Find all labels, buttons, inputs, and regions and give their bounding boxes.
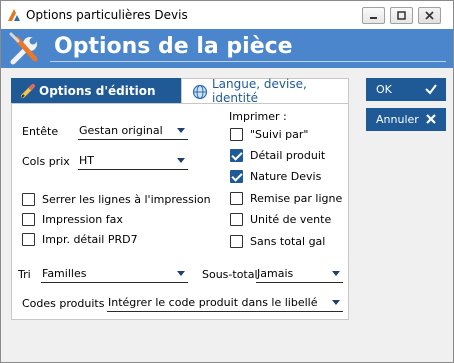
cols-prix-value: HT: [79, 154, 94, 167]
entete-select[interactable]: Gestan original: [78, 122, 188, 140]
serrer-lignes-checkbox[interactable]: [22, 193, 35, 206]
page-title: Options de la pièce: [50, 34, 446, 62]
options-dialog: Options particulières Devis Options de l…: [0, 0, 454, 363]
sous-total-label: Sous-total: [202, 268, 258, 281]
unite-de-vente-checkbox[interactable]: [230, 213, 243, 226]
title-bar: Options particulières Devis: [1, 1, 453, 29]
entete-label: Entête: [22, 125, 59, 138]
unite-de-vente-label: Unité de vente: [250, 213, 332, 226]
serrer-lignes-label: Serrer les lignes à l'impression: [42, 193, 211, 206]
options-panel: Entête Gestan original Cols prix HT Serr…: [11, 103, 349, 320]
codes-produits-label: Codes produits: [22, 297, 105, 310]
chevron-down-icon: [332, 271, 340, 276]
tab-langue-devise-identite[interactable]: Langue, devise, identité: [181, 77, 349, 105]
chevron-down-icon: [332, 300, 340, 305]
cols-prix-label: Cols prix: [22, 155, 70, 168]
chevron-down-icon: [177, 128, 185, 133]
chevron-down-icon: [177, 271, 185, 276]
ok-label: OK: [376, 83, 392, 96]
impression-fax-label: Impression fax: [42, 213, 123, 226]
impression-fax-checkbox[interactable]: [22, 213, 35, 226]
sous-total-value: Jamais: [257, 267, 294, 280]
codes-produits-select[interactable]: Intégrer le code produit dans le libellé: [107, 294, 343, 312]
close-icon: [425, 11, 434, 20]
cancel-label: Annuler: [376, 113, 419, 126]
ok-button[interactable]: OK: [366, 78, 446, 101]
check-icon: [425, 84, 437, 95]
close-button[interactable]: [418, 7, 441, 24]
detail-produit-label: Détail produit: [250, 149, 326, 162]
chevron-down-icon: [177, 158, 185, 163]
tri-select[interactable]: Familles: [41, 265, 188, 283]
tab-options-edition[interactable]: Options d'édition: [11, 78, 181, 103]
remise-par-ligne-label: Remise par ligne: [250, 192, 343, 205]
impr-detail-prd7-checkbox[interactable]: [22, 233, 35, 246]
close-icon: [426, 114, 436, 124]
cols-prix-select[interactable]: HT: [78, 152, 188, 170]
remise-par-ligne-checkbox[interactable]: [230, 192, 243, 205]
maximize-button[interactable]: [390, 7, 413, 24]
tri-value: Familles: [42, 267, 87, 280]
imprimer-heading: Imprimer :: [229, 110, 287, 123]
codes-produits-value: Intégrer le code produit dans le libellé: [108, 296, 318, 309]
tri-label: Tri: [18, 268, 31, 281]
dialog-header: Options de la pièce: [1, 29, 453, 68]
window-title: Options particulières Devis: [26, 8, 188, 22]
impr-detail-prd7-label: Impr. détail PRD7: [42, 233, 138, 246]
app-logo-icon: [8, 9, 20, 21]
entete-value: Gestan original: [79, 124, 163, 137]
globe-icon: [192, 84, 208, 100]
sous-total-select[interactable]: Jamais: [256, 265, 343, 283]
tab-label: Langue, devise, identité: [212, 77, 307, 105]
nature-devis-checkbox[interactable]: [230, 170, 243, 183]
pencil-icon: [21, 84, 35, 98]
sans-total-gal-checkbox[interactable]: [230, 235, 243, 248]
minimize-button[interactable]: [362, 7, 385, 24]
nature-devis-label: Nature Devis: [250, 170, 322, 183]
minimize-icon: [370, 17, 377, 19]
suivi-par-checkbox[interactable]: [230, 128, 243, 141]
tools-icon: [9, 32, 38, 65]
sans-total-gal-label: Sans total gal: [250, 235, 326, 248]
tab-label: Options d'édition: [39, 83, 156, 98]
suivi-par-label: "Suivi par": [250, 128, 309, 141]
maximize-icon: [397, 11, 406, 20]
cancel-button[interactable]: Annuler: [366, 108, 446, 131]
detail-produit-checkbox[interactable]: [230, 149, 243, 162]
